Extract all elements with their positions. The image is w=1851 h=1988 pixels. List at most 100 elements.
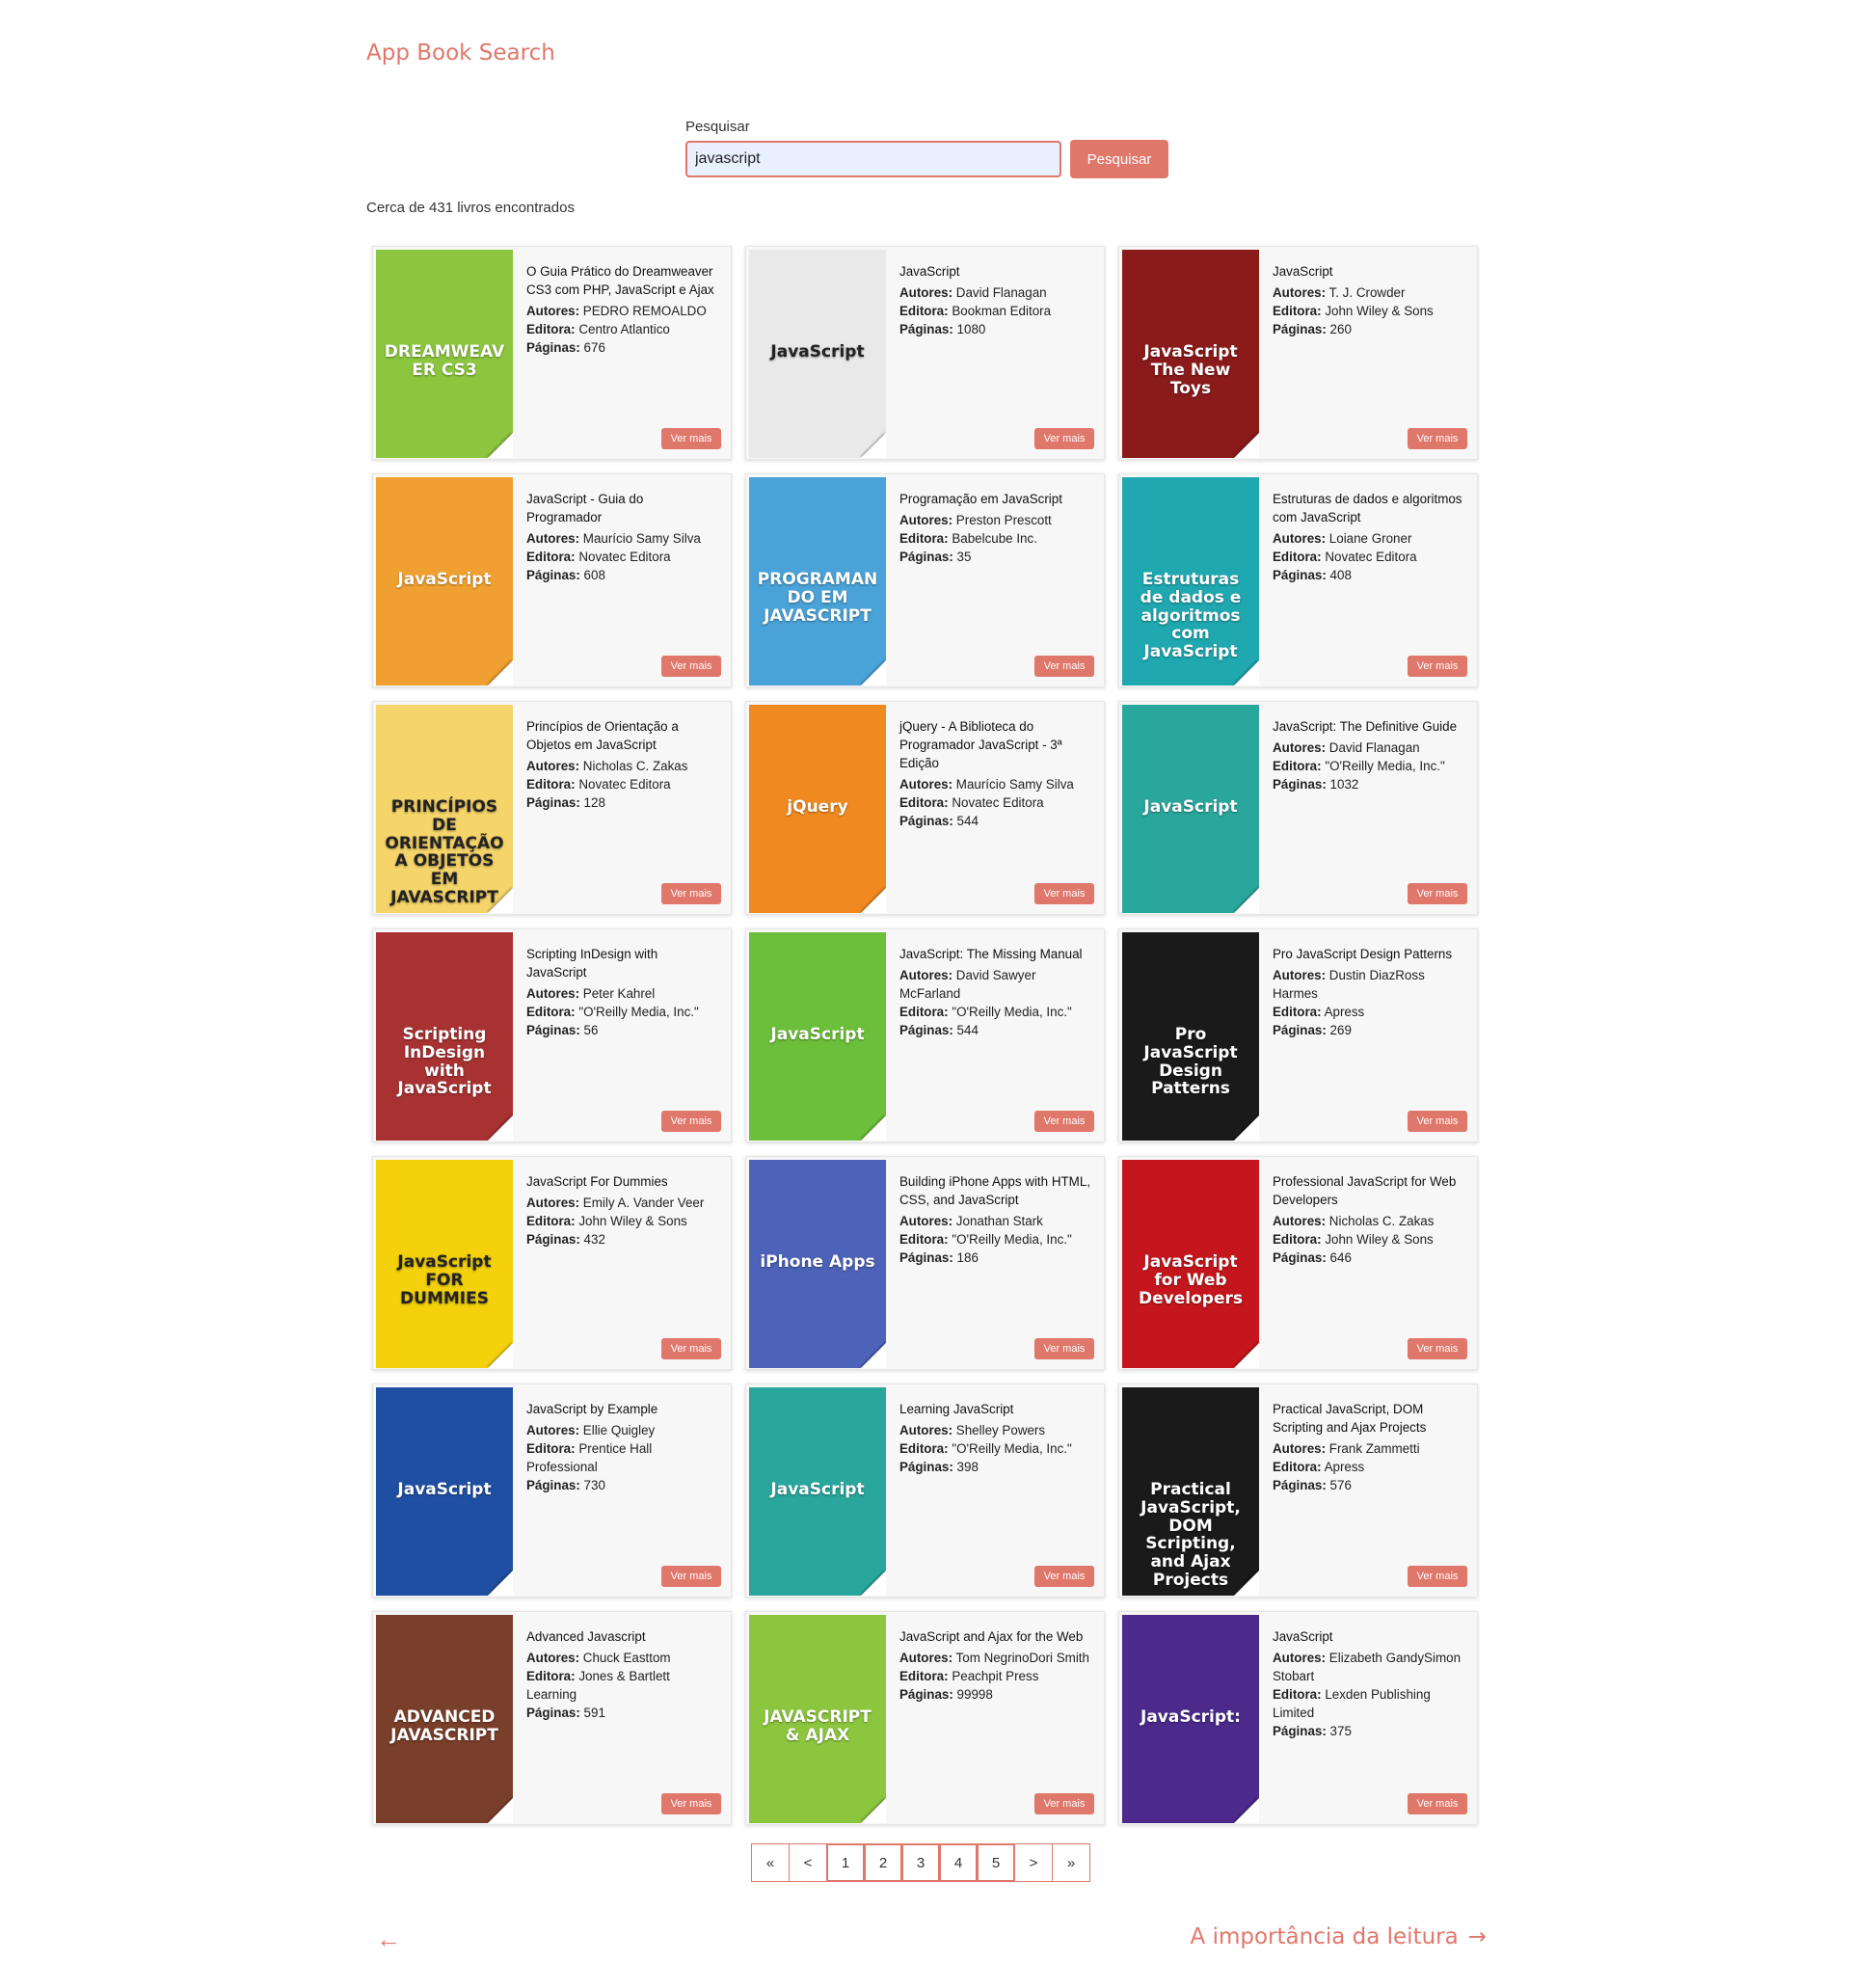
page-next-button[interactable]: > <box>1014 1843 1053 1882</box>
page-first-button[interactable]: « <box>751 1843 790 1882</box>
page-number-button[interactable]: 4 <box>939 1843 978 1882</box>
authors-label: Autores: <box>899 1214 953 1228</box>
next-article-link[interactable]: A importância da leitura → <box>1191 1924 1487 1949</box>
authors-label: Autores: <box>526 531 580 546</box>
book-card: JavaScript The New Toys JavaScript Autor… <box>1118 246 1478 460</box>
book-cover: JavaScript <box>749 250 886 458</box>
see-more-button[interactable]: Ver mais <box>1408 883 1467 904</box>
page-curl-icon <box>488 1571 513 1596</box>
authors-label: Autores: <box>899 1651 953 1665</box>
publisher-value: "O'Reilly Media, Inc." <box>1325 759 1445 773</box>
book-title: JavaScript <box>1273 1629 1333 1644</box>
book-title: Pro JavaScript Design Patterns <box>1273 947 1453 961</box>
authors-label: Autores: <box>526 986 580 1001</box>
see-more-button[interactable]: Ver mais <box>661 1111 721 1132</box>
see-more-button[interactable]: Ver mais <box>661 1793 721 1814</box>
page-curl-icon <box>861 1343 886 1368</box>
book-card: jQuery jQuery - A Biblioteca do Programa… <box>745 701 1105 915</box>
see-more-button[interactable]: Ver mais <box>1408 1111 1467 1132</box>
book-cover: JavaScript <box>1122 705 1259 913</box>
see-more-button[interactable]: Ver mais <box>1408 1793 1467 1814</box>
authors-value: Shelley Powers <box>955 1423 1046 1437</box>
book-authors: Autores: David Sawyer McFarland <box>899 966 1092 1003</box>
see-more-button[interactable]: Ver mais <box>661 656 721 677</box>
pages-label: Páginas: <box>526 568 580 582</box>
book-card: JavaScript JavaScript: The Definitive Gu… <box>1118 701 1478 915</box>
book-publisher: Editora: Apress <box>1273 1003 1465 1021</box>
book-publisher: Editora: John Wiley & Sons <box>1273 1230 1465 1249</box>
book-info: Building iPhone Apps with HTML, CSS, and… <box>886 1157 1104 1369</box>
pages-value: 408 <box>1329 568 1352 582</box>
see-more-button[interactable]: Ver mais <box>1408 1338 1467 1359</box>
book-authors: Autores: Maurício Samy Silva <box>526 529 719 548</box>
book-title: JavaScript <box>1273 264 1333 279</box>
pages-value: 432 <box>583 1232 605 1247</box>
publisher-label: Editora: <box>1273 550 1322 564</box>
see-more-button[interactable]: Ver mais <box>1034 883 1094 904</box>
pages-value: 375 <box>1329 1724 1352 1738</box>
see-more-button[interactable]: Ver mais <box>1034 1111 1094 1132</box>
publisher-value: Peachpit Press <box>952 1669 1039 1683</box>
book-cover: iPhone Apps <box>749 1160 886 1368</box>
book-authors: Autores: David Flanagan <box>899 283 1092 302</box>
book-cover: PRINCÍPIOS DE ORIENTAÇÃO A OBJETOS EM JA… <box>376 705 513 913</box>
pages-value: 544 <box>956 814 979 828</box>
see-more-button[interactable]: Ver mais <box>1408 1566 1467 1587</box>
back-link[interactable]: ← <box>376 1924 401 1954</box>
book-info: JavaScript For Dummies Autores: Emily A.… <box>513 1157 731 1369</box>
cover-title: ADVANCED JAVASCRIPT <box>390 1707 498 1745</box>
book-cover: jQuery <box>749 705 886 913</box>
book-pages: Páginas: 544 <box>899 1021 1092 1039</box>
page-last-button[interactable]: » <box>1052 1843 1090 1882</box>
publisher-value: "O'Reilly Media, Inc." <box>952 1232 1072 1247</box>
authors-label: Autores: <box>526 1423 580 1437</box>
see-more-button[interactable]: Ver mais <box>1034 656 1094 677</box>
book-title: Practical JavaScript, DOM Scripting and … <box>1273 1402 1427 1435</box>
see-more-button[interactable]: Ver mais <box>661 1566 721 1587</box>
book-publisher: Editora: "O'Reilly Media, Inc." <box>899 1230 1092 1249</box>
book-card: JavaScript JavaScript - Guia do Programa… <box>372 473 732 687</box>
page-curl-icon <box>1234 1571 1259 1596</box>
book-title: Advanced Javascript <box>526 1629 646 1644</box>
page-number-button[interactable]: 1 <box>826 1843 865 1882</box>
authors-value: Jonathan Stark <box>955 1214 1043 1228</box>
cover-title: JavaScript <box>770 1025 865 1045</box>
publisher-label: Editora: <box>1273 1232 1322 1247</box>
book-cover: JavaScript <box>749 932 886 1141</box>
page-number-button[interactable]: 5 <box>977 1843 1015 1882</box>
book-publisher: Editora: "O'Reilly Media, Inc." <box>899 1439 1092 1458</box>
publisher-value: John Wiley & Sons <box>578 1214 687 1228</box>
see-more-button[interactable]: Ver mais <box>661 1338 721 1359</box>
book-info: JavaScript Autores: T. J. Crowder Editor… <box>1259 247 1477 459</box>
book-title: JavaScript: The Missing Manual <box>899 947 1083 961</box>
see-more-button[interactable]: Ver mais <box>1408 656 1467 677</box>
page-curl-icon <box>861 1115 886 1141</box>
see-more-button[interactable]: Ver mais <box>661 883 721 904</box>
publisher-label: Editora: <box>899 531 949 546</box>
see-more-button[interactable]: Ver mais <box>1034 1566 1094 1587</box>
authors-value: Peter Kahrel <box>582 986 656 1001</box>
pagination: «<1 2 3 4 5 >» <box>751 1843 1090 1882</box>
pages-label: Páginas: <box>899 814 953 828</box>
publisher-label: Editora: <box>1273 304 1322 318</box>
see-more-button[interactable]: Ver mais <box>661 428 721 449</box>
pages-label: Páginas: <box>899 1023 953 1037</box>
see-more-button[interactable]: Ver mais <box>1034 1338 1094 1359</box>
page-number-button[interactable]: 3 <box>901 1843 940 1882</box>
search-button[interactable]: Pesquisar <box>1070 140 1168 178</box>
see-more-button[interactable]: Ver mais <box>1034 428 1094 449</box>
page-prev-button[interactable]: < <box>789 1843 827 1882</box>
see-more-button[interactable]: Ver mais <box>1408 428 1467 449</box>
book-info: Advanced Javascript Autores: Chuck Eastt… <box>513 1612 731 1824</box>
pages-value: 269 <box>1329 1023 1352 1037</box>
cover-title: JavaScript The New Toys <box>1143 342 1238 398</box>
cover-title: jQuery <box>787 797 848 818</box>
book-card: JavaScript JavaScript: The Missing Manua… <box>745 928 1105 1142</box>
pages-label: Páginas: <box>1273 1250 1327 1265</box>
search-input[interactable] <box>685 141 1061 177</box>
see-more-button[interactable]: Ver mais <box>1034 1793 1094 1814</box>
publisher-label: Editora: <box>899 304 949 318</box>
book-authors: Autores: Peter Kahrel <box>526 984 719 1003</box>
authors-value: Loiane Groner <box>1328 531 1412 546</box>
page-number-button[interactable]: 2 <box>864 1843 902 1882</box>
